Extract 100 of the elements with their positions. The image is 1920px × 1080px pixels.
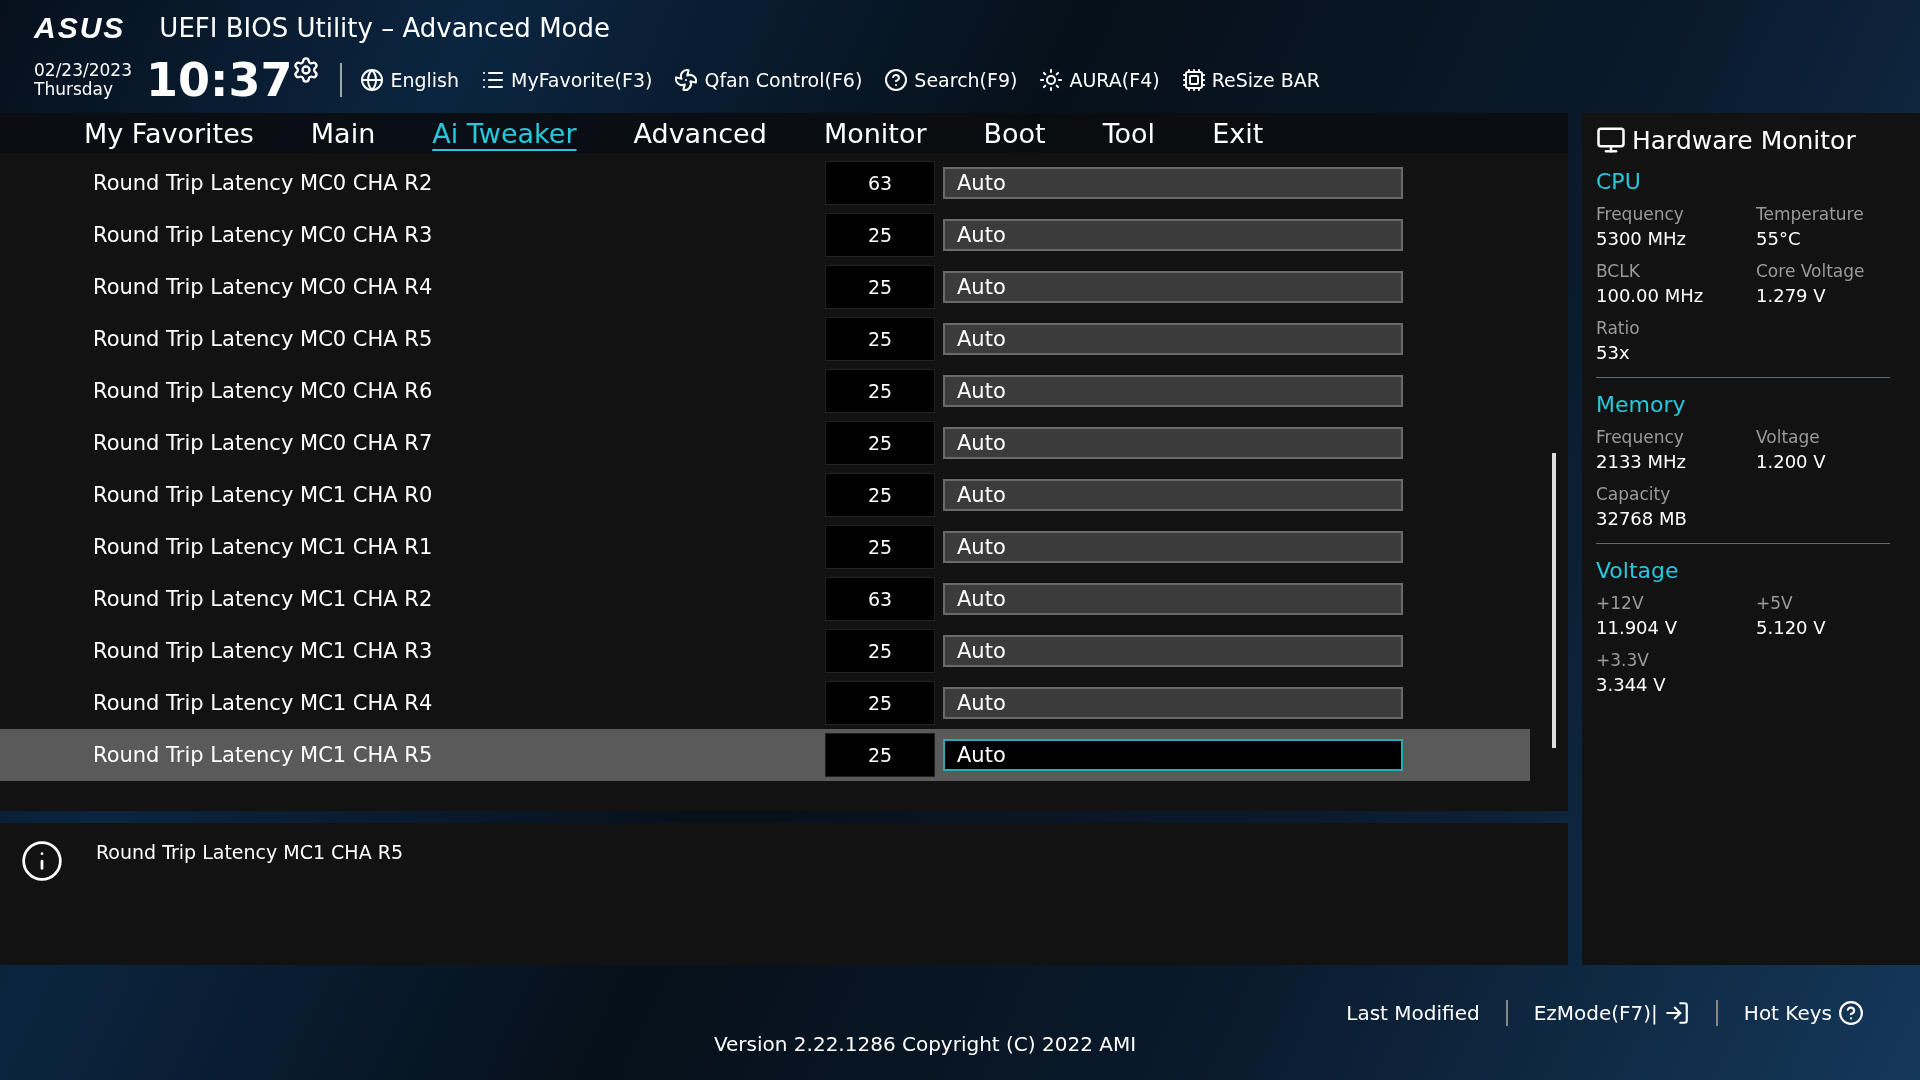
option-field[interactable]: Auto — [943, 219, 1403, 251]
setting-label: Round Trip Latency MC1 CHA R3 — [92, 639, 434, 663]
menu-tab[interactable]: Exit — [1190, 117, 1286, 149]
current-value: 25 — [825, 317, 935, 361]
section-title: Voltage — [1596, 558, 1680, 583]
current-value: 63 — [825, 161, 935, 205]
option-field[interactable]: Auto — [943, 687, 1403, 719]
menu-tab[interactable]: Ai Tweaker — [410, 117, 599, 149]
version-text: Version 2.22.1286 Copyright (C) 2022 AMI — [713, 1032, 1137, 1056]
info-icon — [20, 839, 64, 883]
option-field[interactable]: Auto — [943, 323, 1403, 355]
setting-label: Round Trip Latency MC0 CHA R2 — [92, 171, 434, 195]
footer-button[interactable]: Hot Keys — [1715, 1000, 1890, 1026]
setting-label: Round Trip Latency MC0 CHA R4 — [92, 275, 434, 299]
option-field[interactable]: Auto — [943, 531, 1403, 563]
option-field[interactable]: Auto — [943, 583, 1403, 615]
option-field[interactable]: Auto — [943, 479, 1403, 511]
settings-icon[interactable] — [292, 56, 321, 84]
setting-row[interactable]: Round Trip Latency MC0 CHA R2 63 Auto — [0, 157, 1530, 209]
sun-icon — [1039, 68, 1064, 92]
toolbar-button[interactable]: Search(F9) — [884, 68, 1018, 92]
toolbar-button[interactable]: ReSize BAR — [1181, 68, 1320, 92]
footer-button[interactable]: Last Modified — [1320, 1001, 1506, 1025]
scrollbar[interactable] — [1552, 453, 1556, 748]
current-value: 25 — [825, 681, 935, 725]
footer-button[interactable]: EzMode(F7)| — [1505, 1000, 1716, 1026]
setting-label: Round Trip Latency MC1 CHA R5 — [92, 743, 434, 767]
menu-tab[interactable]: Monitor — [801, 117, 949, 149]
setting-row[interactable]: Round Trip Latency MC0 CHA R6 25 Auto — [0, 365, 1530, 417]
setting-label: Round Trip Latency MC1 CHA R0 — [92, 483, 434, 507]
metric-label: +12V — [1596, 593, 1645, 613]
metric-label: Core Voltage — [1756, 261, 1866, 281]
setting-row[interactable]: Round Trip Latency MC1 CHA R3 25 Auto — [0, 625, 1530, 677]
metric-value: 1.279 V — [1756, 285, 1827, 306]
setting-row[interactable]: Round Trip Latency MC1 CHA R2 63 Auto — [0, 573, 1530, 625]
option-field[interactable]: Auto — [943, 375, 1403, 407]
menu-tab[interactable]: Tool — [1080, 117, 1178, 149]
setting-row[interactable]: Round Trip Latency MC1 CHA R1 25 Auto — [0, 521, 1530, 573]
metric-value: 100.00 MHz — [1596, 285, 1705, 306]
setting-label: Round Trip Latency MC1 CHA R4 — [92, 691, 434, 715]
selected-setting-row[interactable]: Round Trip Latency MC1 CHA R5 25 Auto — [0, 729, 1530, 781]
globe-icon — [360, 68, 385, 92]
toolbar-button[interactable]: Qfan Control(F6) — [674, 68, 863, 92]
window-title: UEFI BIOS Utility – Advanced Mode — [159, 13, 610, 43]
metric-label: Frequency — [1596, 427, 1685, 447]
setting-label: Round Trip Latency MC0 CHA R5 — [92, 327, 434, 351]
chip-icon — [1181, 68, 1206, 92]
metric-label: Voltage — [1756, 427, 1821, 447]
help-text: Round Trip Latency MC1 CHA R5 — [96, 841, 403, 863]
metric-value: 55°C — [1756, 228, 1802, 249]
current-value: 25 — [825, 213, 935, 257]
metric-value: 5.120 V — [1756, 617, 1827, 638]
current-value: 25 — [825, 525, 935, 569]
menu-tab[interactable]: Advanced — [611, 117, 789, 149]
current-value: 25 — [825, 629, 935, 673]
metric-label: Capacity — [1596, 484, 1672, 504]
metric-value: 32768 MB — [1596, 508, 1688, 529]
toolbar-button[interactable]: AURA(F4) — [1039, 68, 1160, 92]
current-value: 25 — [825, 421, 935, 465]
option-field[interactable]: Auto — [943, 739, 1403, 771]
setting-label: Round Trip Latency MC0 CHA R6 — [92, 379, 434, 403]
metric-value: 2133 MHz — [1596, 451, 1688, 472]
current-value: 25 — [825, 733, 935, 777]
fan-icon — [674, 68, 699, 92]
brand-logo: ASUS — [34, 11, 126, 45]
setting-row[interactable]: Round Trip Latency MC0 CHA R4 25 Auto — [0, 261, 1530, 313]
menu-tab[interactable]: Boot — [961, 117, 1068, 149]
option-field[interactable]: Auto — [943, 167, 1403, 199]
toolbar-button[interactable]: English — [360, 68, 460, 92]
metric-label: +3.3V — [1596, 650, 1650, 670]
setting-row[interactable]: Round Trip Latency MC1 CHA R4 25 Auto — [0, 677, 1530, 729]
current-value: 25 — [825, 265, 935, 309]
toolbar-button[interactable]: MyFavorite(F3) — [481, 68, 653, 92]
current-value: 25 — [825, 473, 935, 517]
current-value: 63 — [825, 577, 935, 621]
setting-label: Round Trip Latency MC0 CHA R7 — [92, 431, 434, 455]
setting-row[interactable]: Round Trip Latency MC0 CHA R3 25 Auto — [0, 209, 1530, 261]
current-value: 25 — [825, 369, 935, 413]
metric-value: 3.344 V — [1596, 674, 1667, 695]
option-field[interactable]: Auto — [943, 427, 1403, 459]
clock-time: 10:37 — [146, 53, 293, 107]
panel-title: Hardware Monitor — [1632, 125, 1856, 155]
monitor-icon — [1596, 125, 1626, 155]
metric-value: 53x — [1596, 342, 1631, 363]
option-field[interactable]: Auto — [943, 635, 1403, 667]
metric-label: Frequency — [1596, 204, 1685, 224]
setting-row[interactable]: Round Trip Latency MC0 CHA R7 25 Auto — [0, 417, 1530, 469]
menu-tab[interactable]: My Favorites — [62, 117, 276, 149]
section-title: CPU — [1596, 169, 1642, 194]
menu-tab[interactable]: Main — [288, 117, 398, 149]
setting-row[interactable]: Round Trip Latency MC1 CHA R0 25 Auto — [0, 469, 1530, 521]
metric-value: 1.200 V — [1756, 451, 1827, 472]
day-text: Thursday — [34, 80, 115, 99]
option-field[interactable]: Auto — [943, 271, 1403, 303]
metric-value: 11.904 V — [1596, 617, 1679, 638]
setting-label: Round Trip Latency MC1 CHA R2 — [92, 587, 434, 611]
metric-value: 5300 MHz — [1596, 228, 1688, 249]
setting-row[interactable]: Round Trip Latency MC0 CHA R5 25 Auto — [0, 313, 1530, 365]
date-text: 02/23/2023 — [34, 61, 132, 80]
help-icon — [1838, 1000, 1864, 1026]
